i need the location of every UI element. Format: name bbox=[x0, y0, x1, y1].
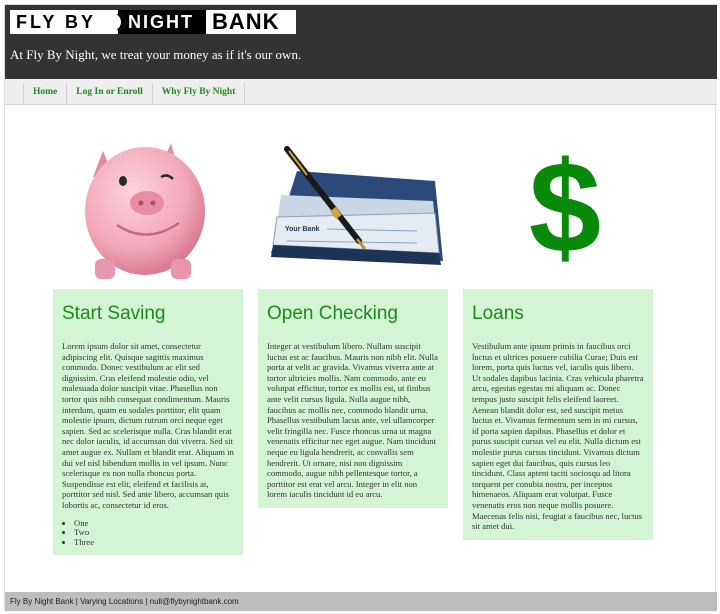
main-nav: Home Log In or Enroll Why Fly By Night bbox=[5, 79, 717, 105]
moon-icon bbox=[112, 14, 126, 30]
loans-panel: Loans Vestibulum ante ipsum primis in fa… bbox=[463, 289, 653, 540]
nav-list: Home Log In or Enroll Why Fly By Night bbox=[23, 83, 246, 105]
logo-fly-by: FLY BY bbox=[10, 10, 118, 34]
site-header: FLY BY NIGHT BANK At Fly By Night, we tr… bbox=[5, 5, 717, 79]
start-saving-list: One Two Three bbox=[74, 518, 234, 548]
start-saving-text: Lorem ipsum dolor sit amet, consectetur … bbox=[62, 341, 234, 510]
nav-item-login-enroll[interactable]: Log In or Enroll bbox=[67, 83, 153, 105]
checkbook-pen-icon: Your Bank bbox=[271, 146, 443, 265]
page-frame: FLY BY NIGHT BANK At Fly By Night, we tr… bbox=[4, 4, 717, 611]
logo-night-block: NIGHT bbox=[112, 10, 206, 34]
list-item: One bbox=[74, 518, 234, 529]
loans-heading: Loans bbox=[472, 303, 524, 324]
logo-bank: BANK bbox=[206, 10, 296, 34]
list-item: Three bbox=[74, 537, 234, 548]
loans-text: Vestibulum ante ipsum primis in faucibus… bbox=[472, 341, 644, 532]
open-checking-panel: Open Checking Integer at vestibulum libe… bbox=[258, 289, 448, 508]
open-checking-heading: Open Checking bbox=[267, 303, 398, 324]
start-saving-heading: Start Saving bbox=[62, 303, 166, 324]
nav-item-home[interactable]: Home bbox=[24, 83, 68, 105]
list-item: Two bbox=[74, 527, 234, 538]
start-saving-panel: Start Saving Lorem ipsum dolor sit amet,… bbox=[53, 289, 243, 556]
piggy-bank-icon bbox=[85, 143, 205, 279]
svg-text:Your Bank: Your Bank bbox=[285, 226, 320, 233]
dollar-sign-icon: $ bbox=[528, 134, 602, 280]
open-checking-text: Integer at vestibulum libero. Nullam sus… bbox=[267, 341, 438, 500]
logo-night: NIGHT bbox=[128, 12, 194, 32]
nav-item-why-fly-by-night[interactable]: Why Fly By Night bbox=[153, 83, 246, 105]
tagline: At Fly By Night, we treat your money as … bbox=[10, 47, 302, 62]
site-footer: Fly By Night Bank | Varying Locations | … bbox=[5, 592, 717, 611]
bank-logo[interactable]: FLY BY NIGHT BANK bbox=[10, 10, 296, 34]
